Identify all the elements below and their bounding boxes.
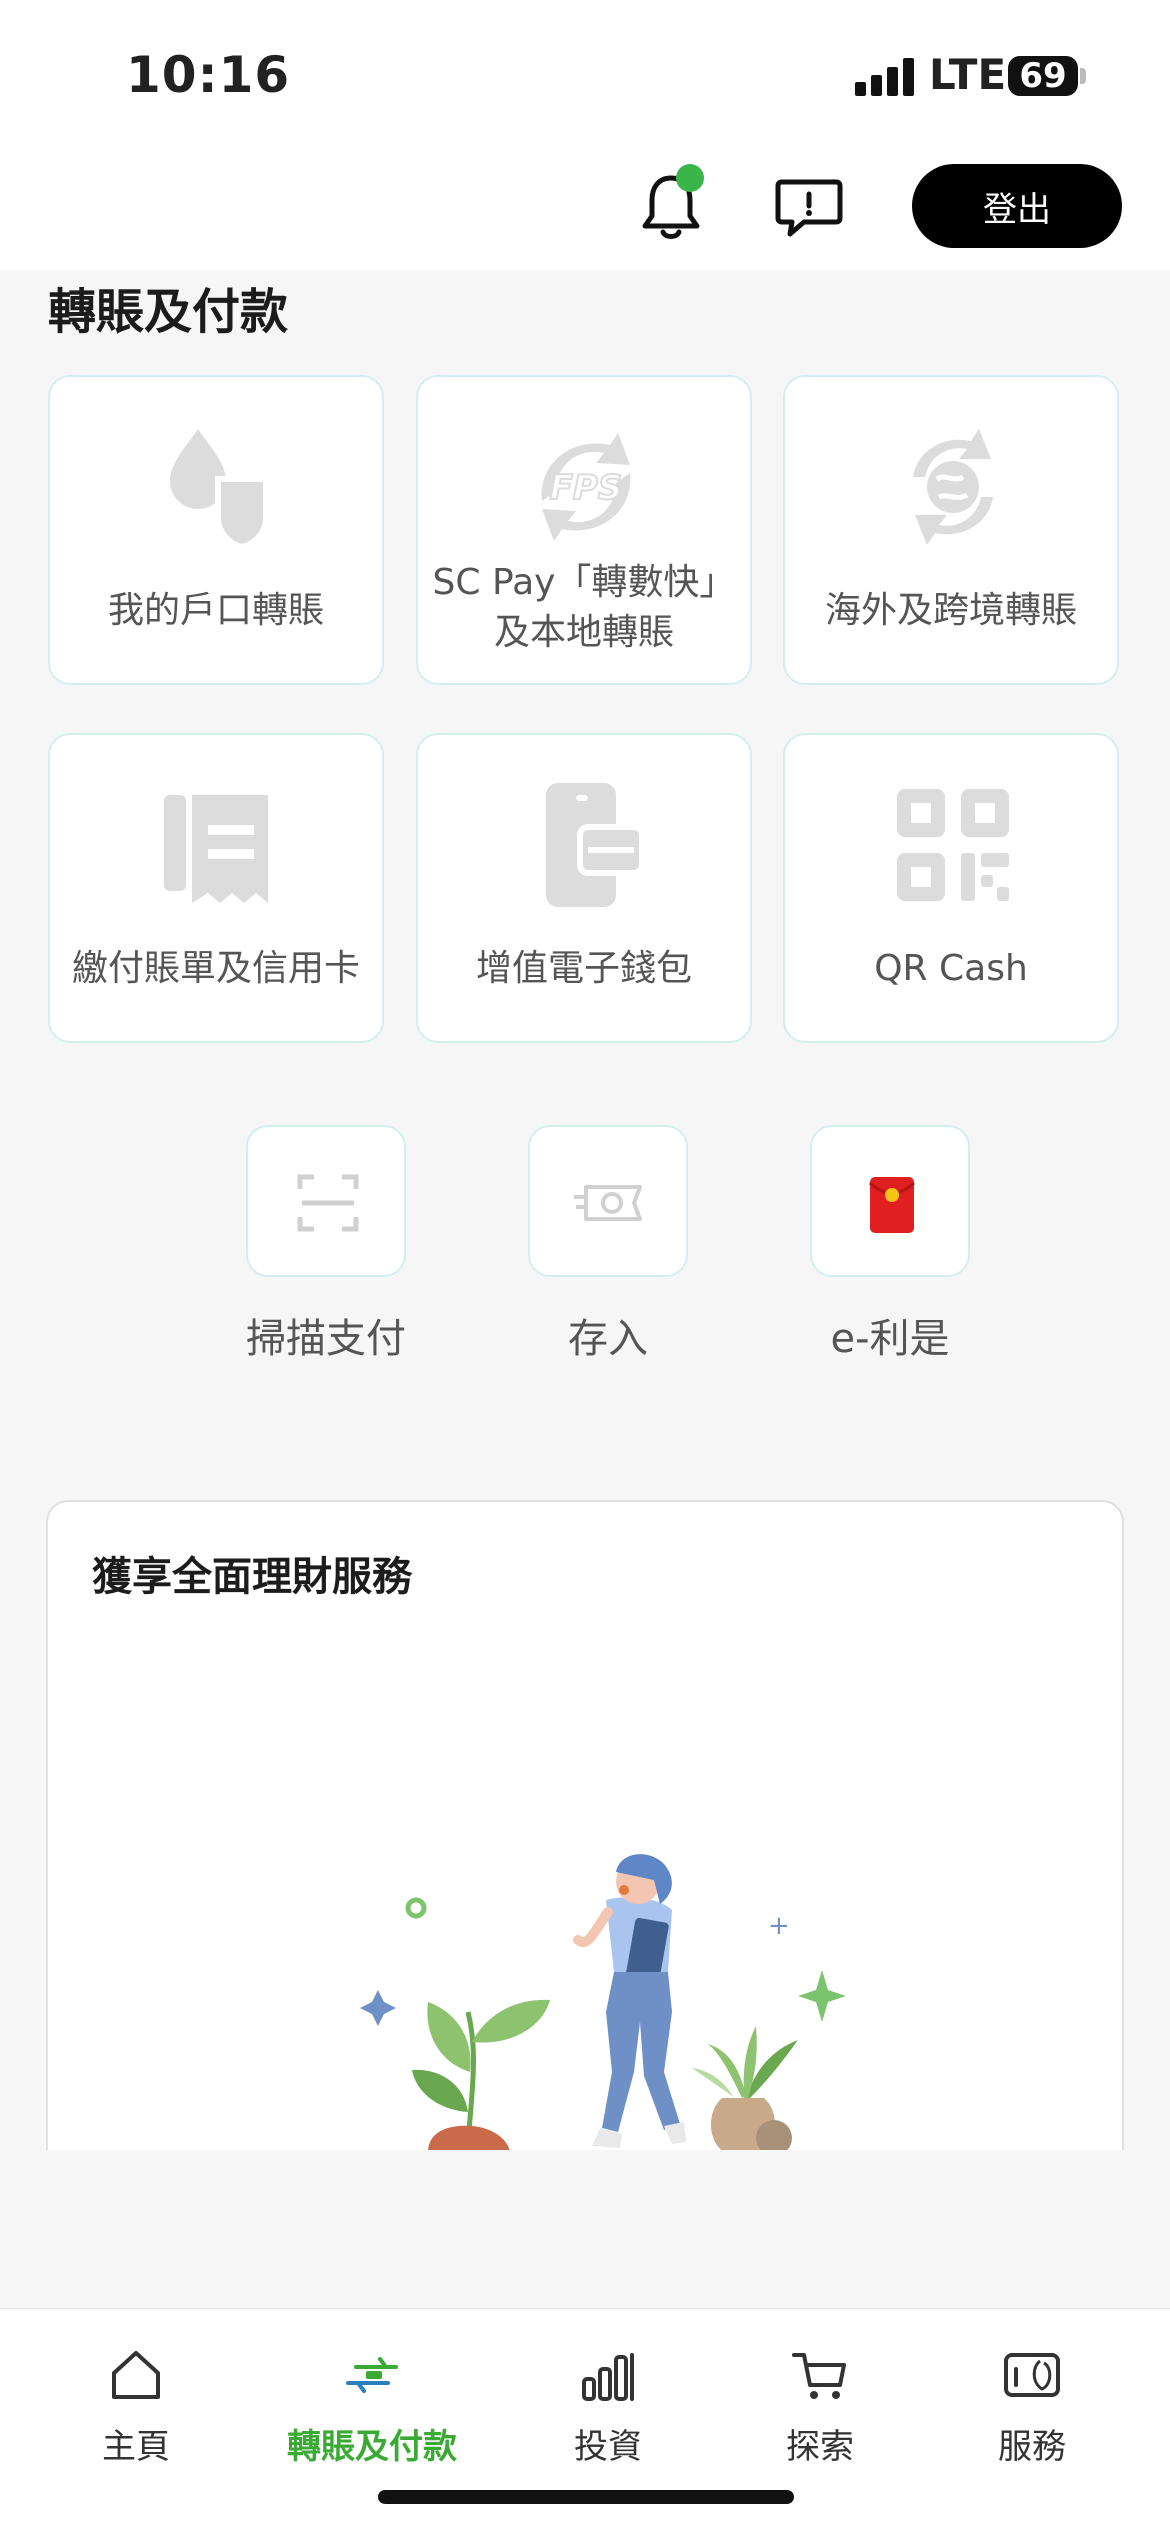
nav-label: 轉賬及付款 bbox=[287, 2427, 457, 2467]
logout-button[interactable]: 登出 bbox=[912, 164, 1122, 248]
card-label-line2: 及本地轉賬 bbox=[493, 612, 674, 653]
e-red-packet-label: e-利是 bbox=[830, 1316, 950, 1362]
nav-label: 投資 bbox=[574, 2427, 642, 2467]
finance-illustration: + + + bbox=[360, 1854, 846, 2150]
card-label: 海外及跨境轉賬 bbox=[824, 590, 1077, 631]
drop-shield-icon bbox=[170, 429, 269, 551]
scan-pay-label: 掃描支付 bbox=[246, 1316, 406, 1362]
svg-text:+: + bbox=[768, 1911, 790, 1941]
bill-icon bbox=[164, 795, 268, 903]
fps-icon: FPS bbox=[541, 433, 631, 541]
battery-tip bbox=[1080, 68, 1086, 84]
nav-label: 主頁 bbox=[102, 2427, 170, 2467]
deposit-label: 存入 bbox=[568, 1316, 648, 1362]
card-qr-cash[interactable]: QR Cash bbox=[783, 733, 1119, 1043]
card-label: 繳付賬單及信用卡 bbox=[71, 948, 360, 989]
promo-title: 獲享全面理財服務 bbox=[92, 1554, 412, 1600]
scan-icon bbox=[297, 1174, 359, 1232]
nav-item-services[interactable]: 服務 bbox=[932, 2345, 1132, 2468]
nav-label: 服務 bbox=[998, 2427, 1066, 2467]
status-bar: 10:16 LTE 69 bbox=[0, 0, 1170, 150]
network-type: LTE bbox=[929, 50, 1007, 99]
transfer-icon bbox=[346, 2357, 398, 2393]
home-icon bbox=[112, 2351, 160, 2399]
nav-label: 探索 bbox=[786, 2427, 854, 2467]
page-title: 轉賬及付款 bbox=[48, 284, 289, 340]
global-transfer-icon bbox=[913, 429, 993, 545]
notification-dot bbox=[676, 164, 704, 192]
svg-text:FPS: FPS bbox=[550, 468, 623, 508]
qr-code-icon bbox=[897, 789, 1009, 901]
status-time: 10:16 bbox=[126, 46, 291, 104]
card-label: 我的戶口轉賬 bbox=[107, 590, 324, 631]
e-wallet-icon bbox=[546, 783, 645, 907]
scan-pay-button[interactable] bbox=[246, 1125, 406, 1277]
card-fps-transfer[interactable]: FPS SC Pay「轉數快」 及本地轉賬 bbox=[416, 375, 752, 685]
signal-icon bbox=[855, 58, 917, 96]
deposit-cash-icon bbox=[574, 1185, 642, 1221]
red-packet-icon bbox=[868, 1177, 916, 1233]
card-e-wallet[interactable]: 增值電子錢包 bbox=[416, 733, 752, 1043]
e-red-packet-button[interactable] bbox=[810, 1125, 970, 1277]
nav-item-invest[interactable]: 投資 bbox=[508, 2345, 708, 2468]
chart-bars-icon bbox=[582, 2353, 634, 2401]
card-bill-payment[interactable]: 繳付賬單及信用卡 bbox=[48, 733, 384, 1043]
card-label: QR Cash bbox=[874, 948, 1028, 989]
service-icon bbox=[1004, 2353, 1060, 2397]
deposit-button[interactable] bbox=[528, 1125, 688, 1277]
nav-item-transfer[interactable]: 轉賬及付款 bbox=[272, 2345, 472, 2468]
promo-card[interactable]: 獲享全面理財服務 + + + bbox=[46, 1500, 1124, 2150]
nav-item-explore[interactable]: 探索 bbox=[720, 2345, 920, 2468]
chat-message-icon[interactable] bbox=[774, 176, 844, 240]
card-label: 增值電子錢包 bbox=[475, 948, 692, 989]
card-overseas-transfer[interactable]: 海外及跨境轉賬 bbox=[783, 375, 1119, 685]
card-account-transfer[interactable]: 我的戶口轉賬 bbox=[48, 375, 384, 685]
home-indicator bbox=[378, 2490, 794, 2504]
card-label-line1: SC Pay「轉數快」 bbox=[432, 562, 736, 603]
nav-item-home[interactable]: 主頁 bbox=[36, 2345, 236, 2468]
battery-icon: 69 bbox=[1008, 56, 1078, 96]
cart-icon bbox=[792, 2353, 846, 2399]
